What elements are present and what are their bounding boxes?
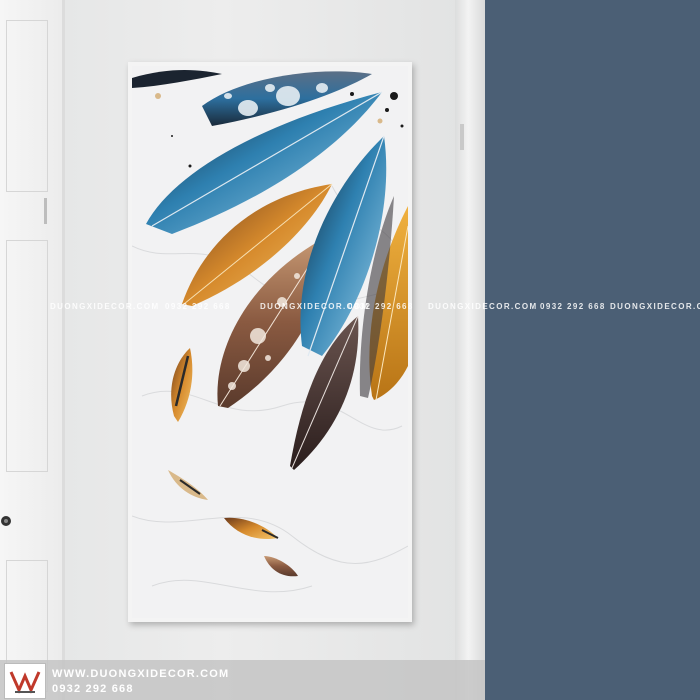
footer-website: WWW.DUONGXIDECOR.COM bbox=[52, 668, 230, 680]
brand-footer: WWW.DUONGXIDECOR.COM 0932 292 668 bbox=[0, 660, 485, 700]
feather-artwork bbox=[132, 66, 408, 618]
duongxi-logo-icon bbox=[4, 663, 46, 699]
footer-phone: 0932 292 668 bbox=[52, 683, 134, 695]
door-frame-molding bbox=[455, 0, 485, 700]
door bbox=[0, 0, 65, 700]
watermark-phone: 0932 292 668 bbox=[348, 302, 414, 311]
room-scene: DUONGXIDECOR.COM 0932 292 668 DUONGXIDEC… bbox=[0, 0, 700, 700]
watermark-phone: 0932 292 668 bbox=[540, 302, 606, 311]
door-handle-icon bbox=[1, 516, 11, 526]
watermark-website: DUONGXIDECOR.COM bbox=[428, 302, 538, 311]
accent-blue-wall bbox=[485, 0, 700, 700]
watermark-strip: DUONGXIDECOR.COM 0932 292 668 DUONGXIDEC… bbox=[0, 302, 700, 316]
door-panel-middle bbox=[6, 240, 48, 472]
molding-hinge bbox=[460, 124, 464, 150]
door-panel-top bbox=[6, 20, 48, 192]
door-hinge bbox=[44, 198, 47, 224]
watermark-phone: 0932 292 668 bbox=[165, 302, 231, 311]
watermark-website: DUONGXIDECOR.COM bbox=[50, 302, 160, 311]
framed-canvas-print bbox=[128, 62, 412, 622]
watermark-website: DUONGXIDECOR.COM bbox=[610, 302, 700, 311]
feather-painting-svg bbox=[132, 70, 408, 593]
